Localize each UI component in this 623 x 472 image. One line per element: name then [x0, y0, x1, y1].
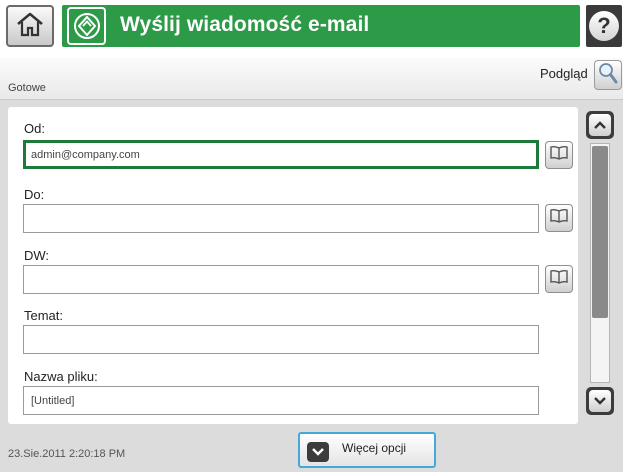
page-title: Wyślij wiadomość e-mail	[120, 13, 370, 36]
help-icon: ?	[589, 11, 619, 41]
home-button[interactable]	[6, 5, 54, 47]
to-field[interactable]	[23, 204, 539, 233]
from-label: Od:	[24, 121, 45, 136]
scrollbar-track[interactable]	[590, 143, 610, 383]
magnifier-icon	[598, 62, 618, 89]
to-address-book-button[interactable]	[545, 204, 573, 232]
chevron-down-icon	[589, 390, 611, 412]
cc-field[interactable]	[23, 265, 539, 294]
status-bar: Gotowe Podgląd	[0, 58, 623, 100]
bottom-bar: 23.Sie.2011 2:20:18 PM Więcej opcji	[0, 428, 623, 472]
title-bar: Wyślij wiadomość e-mail ?	[0, 0, 623, 58]
scrollbar-thumb[interactable]	[592, 146, 608, 318]
chevron-down-icon	[307, 442, 329, 462]
more-options-label: Więcej opcji	[342, 441, 407, 455]
to-label: Do:	[24, 187, 45, 202]
address-book-icon	[549, 269, 569, 290]
scroll-down-button[interactable]	[586, 387, 614, 415]
status-text: Gotowe	[8, 82, 46, 94]
cc-address-book-button[interactable]	[545, 265, 573, 293]
filename-label: Nazwa pliku:	[24, 369, 98, 384]
help-button[interactable]: ?	[586, 5, 622, 47]
home-icon	[15, 11, 45, 42]
send-email-icon	[67, 7, 106, 45]
subject-field[interactable]	[23, 325, 539, 354]
more-options-button[interactable]: Więcej opcji	[298, 432, 436, 468]
chevron-up-icon	[589, 114, 611, 136]
scroll-up-button[interactable]	[586, 111, 614, 139]
title-banner: Wyślij wiadomość e-mail	[62, 5, 580, 47]
address-book-icon	[549, 208, 569, 229]
preview-button[interactable]	[594, 60, 622, 90]
email-form: Od: admin@company.com Do: DW: Temat: Naz…	[8, 107, 578, 424]
filename-field[interactable]: [Untitled]	[23, 386, 539, 415]
from-address-book-button[interactable]	[545, 141, 573, 169]
from-field[interactable]: admin@company.com	[23, 140, 539, 169]
subject-label: Temat:	[24, 308, 64, 323]
cc-label: DW:	[24, 248, 50, 263]
datetime-text: 23.Sie.2011 2:20:18 PM	[8, 448, 126, 460]
address-book-icon	[549, 145, 569, 166]
preview-label: Podgląd	[540, 66, 588, 81]
